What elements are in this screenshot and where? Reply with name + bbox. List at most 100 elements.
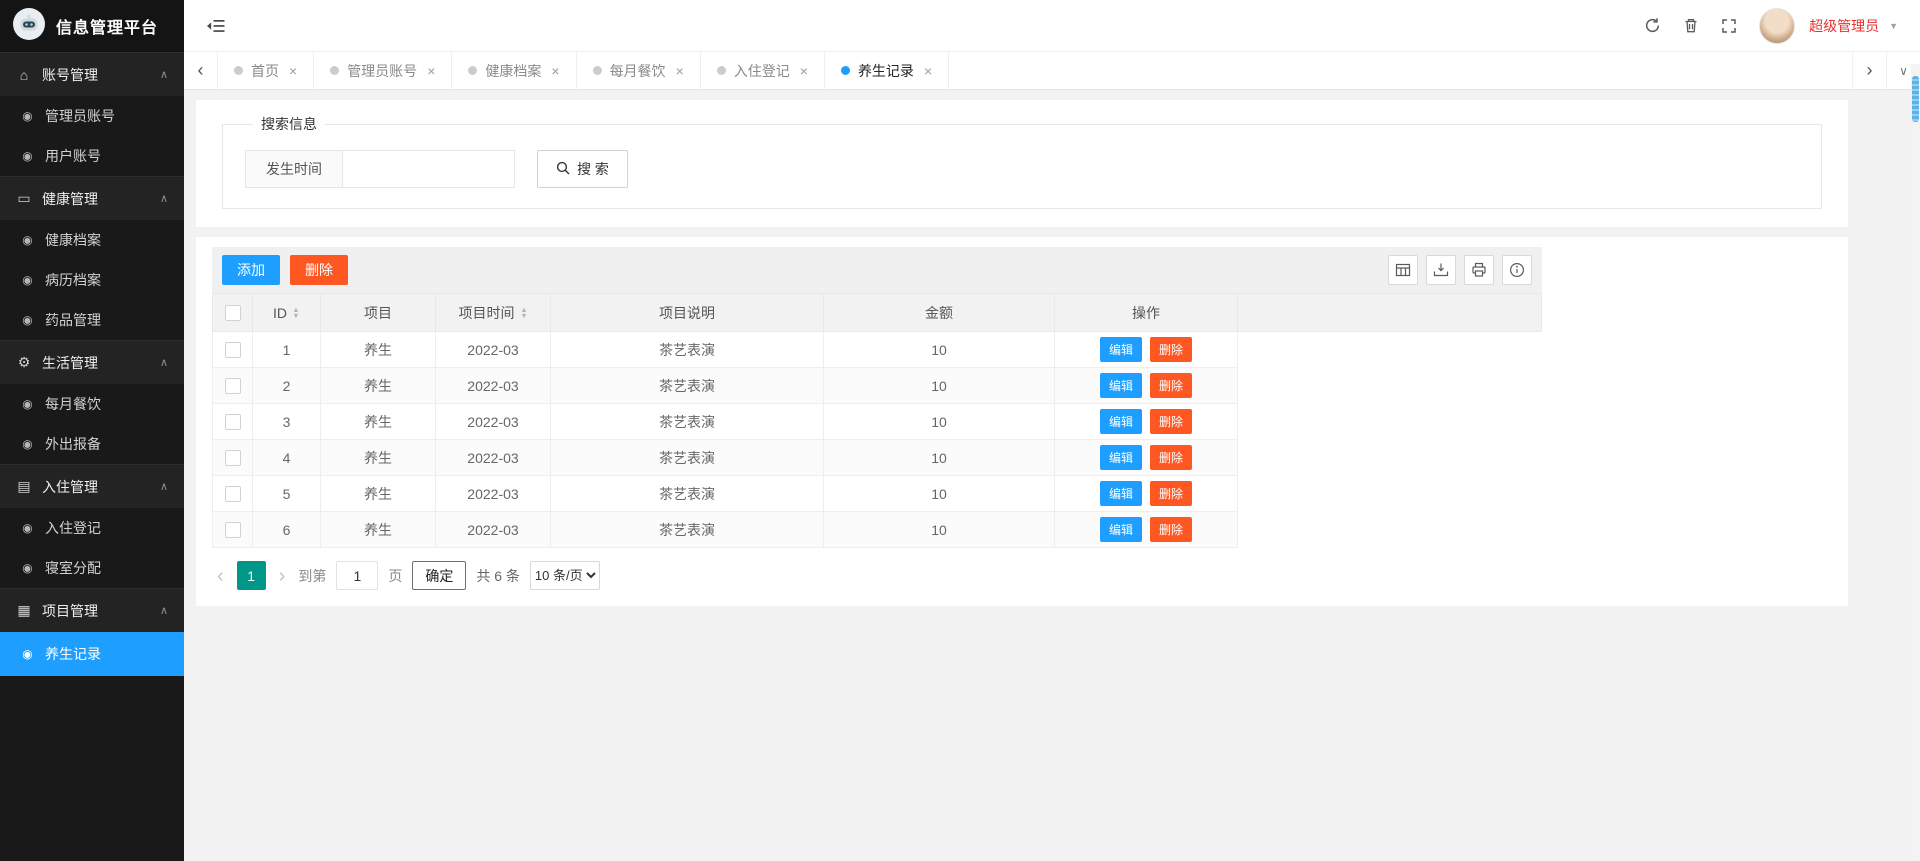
edit-button[interactable]: 编辑: [1099, 337, 1142, 362]
tab-label: 入住登记: [733, 62, 790, 79]
fullscreen-button[interactable]: [1721, 18, 1737, 34]
edit-button[interactable]: 编辑: [1099, 445, 1142, 470]
chevron-up-icon: ∧: [159, 69, 168, 81]
edit-button[interactable]: 编辑: [1099, 517, 1142, 542]
subitem-icon: ◉: [22, 313, 33, 327]
page-current[interactable]: 1: [236, 561, 266, 590]
scrollbar-thumb[interactable]: [1912, 76, 1919, 122]
cell-select: [212, 403, 253, 440]
print-icon[interactable]: [1464, 255, 1494, 285]
topbar: 超级管理员 ▼: [184, 0, 1920, 52]
username[interactable]: 超级管理员: [1809, 16, 1879, 36]
column-header-0: ID ▲ ▼: [252, 293, 321, 332]
sidebar-item[interactable]: ◉ 养生记录: [0, 632, 184, 676]
cell-ops: 编辑 删除: [1054, 475, 1238, 512]
sidebar-item[interactable]: ◉ 药品管理: [0, 300, 184, 340]
sidebar-item-label: 病历档案: [45, 272, 101, 288]
sidebar-item[interactable]: ◉ 健康档案: [0, 220, 184, 260]
sidebar-section-4[interactable]: ▦ 项目管理 ∧: [0, 588, 184, 632]
sidebar-item[interactable]: ◉ 用户账号: [0, 136, 184, 176]
tab-scroll-right-button[interactable]: ›: [1852, 52, 1886, 89]
sort-icon[interactable]: ▲ ▼: [520, 305, 528, 318]
filler-cell: [1237, 367, 1542, 404]
tab-status-dot: [330, 66, 340, 75]
tab-2[interactable]: 健康档案 ×: [452, 52, 577, 89]
delete-button[interactable]: 删除: [290, 255, 348, 285]
sidebar-item[interactable]: ◉ 入住登记: [0, 508, 184, 548]
row-checkbox[interactable]: [224, 342, 241, 359]
subitem-icon: ◉: [22, 109, 33, 123]
edit-button[interactable]: 编辑: [1099, 409, 1142, 434]
tab-close-icon[interactable]: ×: [289, 63, 297, 79]
sidebar-section-2[interactable]: ⚙ 生活管理 ∧: [0, 340, 184, 384]
sidebar: 信息管理平台 ⌂ 账号管理 ∧ ◉ 管理员账号 ◉ 用户账号 ▭ 健康管理 ∧ ◉ 健康档案 ◉ 病历档案…: [0, 0, 184, 861]
scrollbar-track: [1911, 64, 1920, 861]
avatar[interactable]: [1759, 7, 1796, 44]
tab-3[interactable]: 每月餐饮 ×: [577, 52, 701, 89]
columns-icon[interactable]: [1388, 255, 1418, 285]
tab-4[interactable]: 入住登记 ×: [701, 52, 825, 89]
sidebar-section-1[interactable]: ▭ 健康管理 ∧: [0, 176, 184, 220]
refresh-button[interactable]: [1644, 17, 1661, 34]
sidebar-section-3[interactable]: ▤ 入住管理 ∧: [0, 464, 184, 508]
sidebar-item[interactable]: ◉ 病历档案: [0, 260, 184, 300]
sidebar-item-label: 每月餐饮: [45, 396, 101, 412]
page-next-button[interactable]: ›: [276, 566, 289, 586]
delete-row-button[interactable]: 删除: [1150, 481, 1193, 506]
sidebar-section-0[interactable]: ⌂ 账号管理 ∧: [0, 52, 184, 96]
cell-ops: 编辑 删除: [1054, 403, 1238, 440]
row-checkbox[interactable]: [224, 450, 241, 467]
sort-icon[interactable]: ▲ ▼: [292, 305, 300, 318]
search-button[interactable]: 搜 索: [537, 150, 628, 188]
trash-button[interactable]: [1683, 17, 1699, 34]
cell-description: 茶艺表演: [550, 511, 824, 548]
tab-0[interactable]: 首页 ×: [218, 52, 315, 89]
search-row: 发生时间 搜 索: [245, 150, 1799, 188]
info-icon[interactable]: [1502, 255, 1532, 285]
tab-close-icon[interactable]: ×: [676, 63, 684, 79]
sidebar-item[interactable]: ◉ 外出报备: [0, 424, 184, 464]
export-icon[interactable]: [1426, 255, 1456, 285]
cell-id: 2: [252, 367, 321, 404]
column-label: 项目时间: [458, 304, 515, 321]
tab-close-icon[interactable]: ×: [427, 63, 435, 79]
tab-label: 管理员账号: [347, 62, 418, 79]
sidebar-item[interactable]: ◉ 寝室分配: [0, 548, 184, 588]
edit-button[interactable]: 编辑: [1099, 481, 1142, 506]
goto-page-input[interactable]: [336, 561, 379, 590]
delete-row-button[interactable]: 删除: [1150, 373, 1193, 398]
delete-row-button[interactable]: 删除: [1150, 517, 1193, 542]
confirm-button[interactable]: 确定: [412, 561, 467, 590]
chevron-down-icon: ▼: [1889, 20, 1898, 31]
cell-time: 2022-03: [435, 331, 551, 368]
collapse-sidebar-button[interactable]: [206, 18, 226, 34]
tab-close-icon[interactable]: ×: [551, 63, 559, 79]
tab-close-icon[interactable]: ×: [924, 63, 932, 79]
add-button[interactable]: 添加: [222, 255, 280, 285]
date-field-label: 发生时间: [245, 150, 343, 188]
row-checkbox[interactable]: [224, 522, 241, 539]
tabbar: ‹ 首页 × 管理员账号 × 健康档案 × 每月餐饮 × 入住登记 × 养生记录 × › ∨: [184, 52, 1920, 90]
edit-button[interactable]: 编辑: [1099, 373, 1142, 398]
tab-1[interactable]: 管理员账号 ×: [314, 52, 453, 89]
delete-row-button[interactable]: 删除: [1150, 409, 1193, 434]
cell-ops: 编辑 删除: [1054, 511, 1238, 548]
row-checkbox[interactable]: [224, 378, 241, 395]
sidebar-item[interactable]: ◉ 管理员账号: [0, 96, 184, 136]
date-input[interactable]: [343, 150, 515, 188]
cell-project: 养生: [320, 331, 436, 368]
row-checkbox[interactable]: [224, 486, 241, 503]
delete-row-button[interactable]: 删除: [1150, 337, 1193, 362]
delete-row-button[interactable]: 删除: [1150, 445, 1193, 470]
select-all-checkbox[interactable]: [224, 305, 241, 322]
tab-5[interactable]: 养生记录 ×: [825, 52, 950, 89]
row-checkbox[interactable]: [224, 414, 241, 431]
sidebar-item[interactable]: ◉ 每月餐饮: [0, 384, 184, 424]
sidebar-item-label: 药品管理: [45, 312, 101, 328]
page-prev-button[interactable]: ‹: [214, 566, 227, 586]
tab-scroll-left-button[interactable]: ‹: [184, 52, 218, 89]
tab-close-icon[interactable]: ×: [800, 63, 808, 79]
per-page-select[interactable]: 10 条/页: [529, 561, 600, 590]
subitem-icon: ◉: [22, 647, 33, 661]
cell-ops: 编辑 删除: [1054, 331, 1238, 368]
